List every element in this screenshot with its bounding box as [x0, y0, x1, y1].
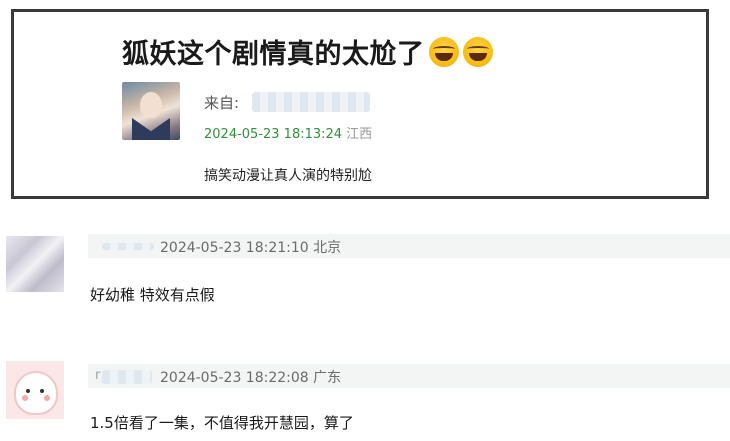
avatar-collar — [132, 118, 170, 140]
commenter-name-fragment: r — [95, 368, 101, 383]
commenter-avatar[interactable] — [6, 361, 64, 419]
post-title: 狐妖这个剧情真的太尬了 — [122, 32, 493, 71]
comment-region: 广东 — [313, 370, 342, 386]
comment-meta: 2024-05-23 18:22:08 广东 — [160, 367, 341, 387]
laughing-crying-emoji-icon — [462, 37, 493, 67]
post-body: 搞笑动漫让真人演的特别尬 — [204, 168, 372, 184]
comment-meta: 2024-05-23 18:21:10 北京 — [160, 237, 341, 257]
redacted-commenter-name — [102, 243, 154, 250]
comment-timestamp: 2024-05-23 18:21:10 — [160, 240, 309, 256]
commenter-avatar[interactable] — [6, 236, 64, 292]
comment-region: 北京 — [313, 240, 342, 256]
laughing-crying-emoji-icon — [428, 37, 459, 67]
source-label: 来自: — [204, 94, 240, 112]
comment-text: 好幼稚 特效有点假 — [90, 286, 215, 304]
avatar-face — [140, 92, 162, 118]
cute-character-icon — [14, 371, 58, 415]
post-region: 江西 — [346, 127, 373, 142]
post-title-text: 狐妖这个剧情真的太尬了 — [122, 39, 425, 70]
post-card: 狐妖这个剧情真的太尬了 来自: 2024-05-23 18:13:24 江西 搞笑… — [11, 9, 709, 199]
comment-text: 1.5倍看了一集，不值得我开慧园，算了 — [90, 414, 354, 432]
post-meta: 2024-05-23 18:13:24 江西 — [204, 123, 372, 142]
redacted-commenter-name — [102, 370, 152, 384]
poster-avatar[interactable] — [122, 82, 180, 140]
post-timestamp: 2024-05-23 18:13:24 — [204, 127, 343, 142]
comment-timestamp: 2024-05-23 18:22:08 — [160, 370, 309, 386]
redacted-source-name — [252, 92, 370, 112]
